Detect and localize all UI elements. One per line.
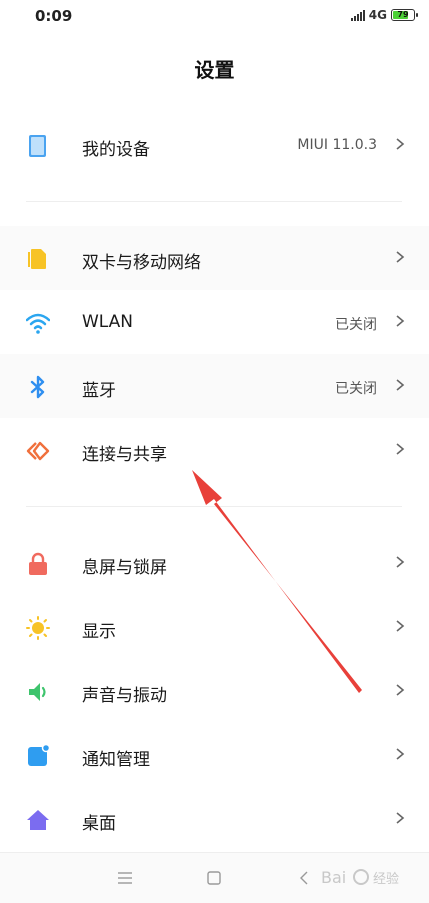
home-icon [27, 810, 49, 830]
chevron-right-icon [396, 315, 405, 327]
svg-text:经验: 经验 [373, 871, 399, 887]
settings-item-bluetooth[interactable]: 蓝牙 已关闭 [0, 354, 429, 418]
page-title: 设置 [194, 58, 235, 82]
settings-item-display[interactable]: 显示 [0, 595, 429, 659]
battery-percent: 79 [397, 10, 409, 19]
settings-item-label: 我的设备 [82, 140, 150, 160]
chevron-right-icon [396, 138, 405, 150]
navigation-bar: Bai 经验 [0, 852, 429, 903]
settings-item-label: 双卡与移动网络 [82, 253, 201, 273]
share-icon [26, 441, 50, 461]
status-indicators: 4G 79 [350, 8, 418, 22]
settings-item-value: MIUI 11.0.3 [297, 137, 377, 153]
sun-icon [26, 616, 50, 640]
settings-item-lock-screen[interactable]: 息屏与锁屏 [0, 531, 429, 595]
settings-item-sound-vibration[interactable]: 声音与振动 [0, 659, 429, 723]
section-divider [26, 201, 402, 202]
settings-item-home-screen[interactable]: 桌面 [0, 787, 429, 851]
home-button-icon[interactable] [205, 869, 223, 887]
chevron-right-icon [396, 684, 405, 696]
bluetooth-icon [30, 375, 45, 399]
section-divider [26, 506, 402, 507]
status-bar: 0:09 4G 79 [0, 0, 429, 34]
back-icon[interactable] [296, 869, 314, 887]
watermark-logo: Bai 经验 [321, 868, 399, 887]
settings-item-value: 已关闭 [335, 381, 377, 397]
chevron-right-icon [396, 620, 405, 632]
chevron-right-icon [396, 443, 405, 455]
settings-item-label: WLAN [82, 312, 134, 332]
notification-icon [28, 744, 50, 766]
settings-item-sim-network[interactable]: 双卡与移动网络 [0, 226, 429, 290]
settings-item-label: 显示 [82, 622, 116, 642]
menu-icon[interactable] [116, 869, 134, 887]
settings-item-label: 连接与共享 [82, 445, 167, 465]
settings-item-label: 声音与振动 [82, 686, 167, 706]
lock-icon [29, 552, 47, 575]
network-type: 4G [368, 8, 387, 22]
settings-item-label: 蓝牙 [82, 381, 116, 401]
settings-item-value: 已关闭 [335, 317, 377, 333]
settings-item-label: 桌面 [82, 814, 116, 834]
signal-icon [350, 9, 365, 21]
settings-item-notifications[interactable]: 通知管理 [0, 723, 429, 787]
settings-item-label: 通知管理 [82, 750, 150, 770]
svg-text:Bai: Bai [321, 868, 346, 887]
settings-item-connection-sharing[interactable]: 连接与共享 [0, 418, 429, 482]
settings-item-wlan[interactable]: WLAN 已关闭 [0, 290, 429, 354]
sim-card-icon [28, 249, 46, 269]
chevron-right-icon [396, 251, 405, 263]
chevron-right-icon [396, 812, 405, 824]
chevron-right-icon [396, 556, 405, 568]
battery-icon: 79 [391, 9, 418, 21]
wifi-icon [26, 313, 50, 334]
settings-item-label: 息屏与锁屏 [82, 558, 167, 578]
chevron-right-icon [396, 748, 405, 760]
status-time: 0:09 [35, 7, 73, 25]
speaker-icon [29, 683, 46, 701]
chevron-right-icon [396, 379, 405, 391]
settings-item-my-device[interactable]: 我的设备 MIUI 11.0.3 [0, 113, 429, 177]
tablet-icon [29, 135, 46, 157]
